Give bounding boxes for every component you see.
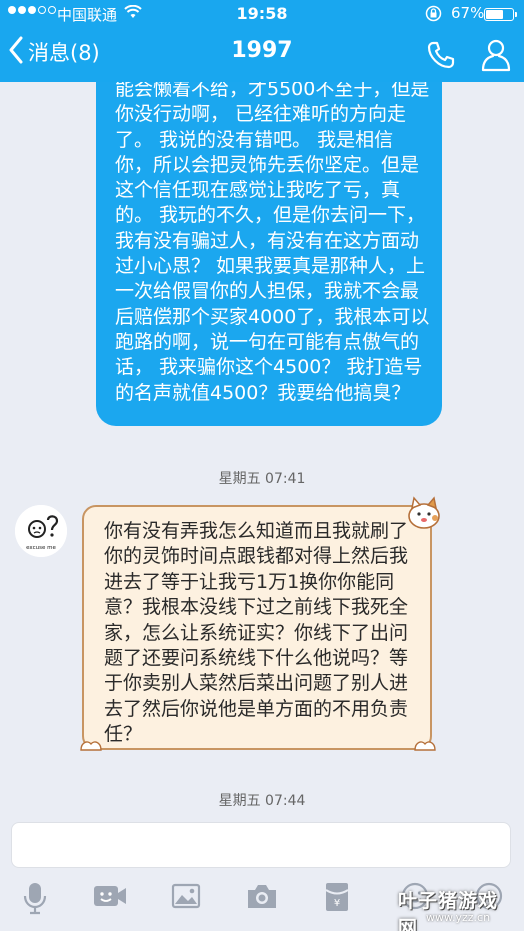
image-icon <box>171 883 201 915</box>
plus-icon <box>474 882 504 915</box>
camera-button[interactable] <box>246 881 278 915</box>
bubble-paw-decoration-icon <box>78 730 104 758</box>
message-timestamp: 星期五 07:44 <box>218 793 306 809</box>
person-icon <box>481 39 511 76</box>
microphone-icon <box>22 883 48 919</box>
status-time: 19:58 <box>236 4 288 23</box>
message-input[interactable] <box>11 822 511 868</box>
camera-icon <box>246 885 278 915</box>
chat-header: 消息(8) 1997 <box>0 28 524 82</box>
bubble-paw-decoration-icon <box>412 730 438 758</box>
phone-icon <box>426 41 456 74</box>
emoji-button[interactable] <box>400 881 430 915</box>
bubble-cat-decoration-icon <box>404 494 444 536</box>
avatar-caption: excuse me <box>26 545 56 551</box>
phone-call-button[interactable] <box>426 40 456 74</box>
voice-button[interactable] <box>22 881 48 919</box>
input-toolbar: ¥ <box>0 872 524 931</box>
battery-icon <box>484 8 517 21</box>
rotation-lock-icon <box>425 5 442 26</box>
top-bar: 中国联通 19:58 67% 消息(8) 1997 <box>0 0 524 82</box>
emoji-icon <box>400 882 430 915</box>
more-button[interactable] <box>474 881 504 915</box>
avatar[interactable]: excuse me <box>15 505 67 557</box>
message-timestamp: 星期五 07:41 <box>218 471 306 487</box>
photo-button[interactable] <box>171 881 201 915</box>
message-list[interactable]: 能会懒着不给，才5500不至于，但是你没行动啊， 已经往难听的方向走了。 我说的… <box>0 82 524 813</box>
contact-profile-button[interactable] <box>481 38 511 76</box>
chevron-left-icon <box>8 36 24 68</box>
red-packet-button[interactable]: ¥ <box>323 881 351 917</box>
back-button[interactable]: 消息(8) <box>8 36 100 68</box>
status-bar: 中国联通 19:58 67% <box>0 0 524 28</box>
video-icon <box>92 886 128 915</box>
battery-percent: 67% <box>451 4 485 22</box>
red-packet-icon: ¥ <box>323 883 351 917</box>
video-call-button[interactable] <box>92 881 128 915</box>
back-label: 消息(8) <box>28 41 100 65</box>
outgoing-message-bubble[interactable]: 能会懒着不给，才5500不至于，但是你没行动啊， 已经往难听的方向走了。 我说的… <box>96 82 442 426</box>
svg-text:¥: ¥ <box>334 898 340 909</box>
incoming-message-bubble[interactable]: 你有没有弄我怎么知道而且我就刷了你的灵饰时间点跟钱都对得上然后我进去了等于让我亏… <box>82 505 432 750</box>
